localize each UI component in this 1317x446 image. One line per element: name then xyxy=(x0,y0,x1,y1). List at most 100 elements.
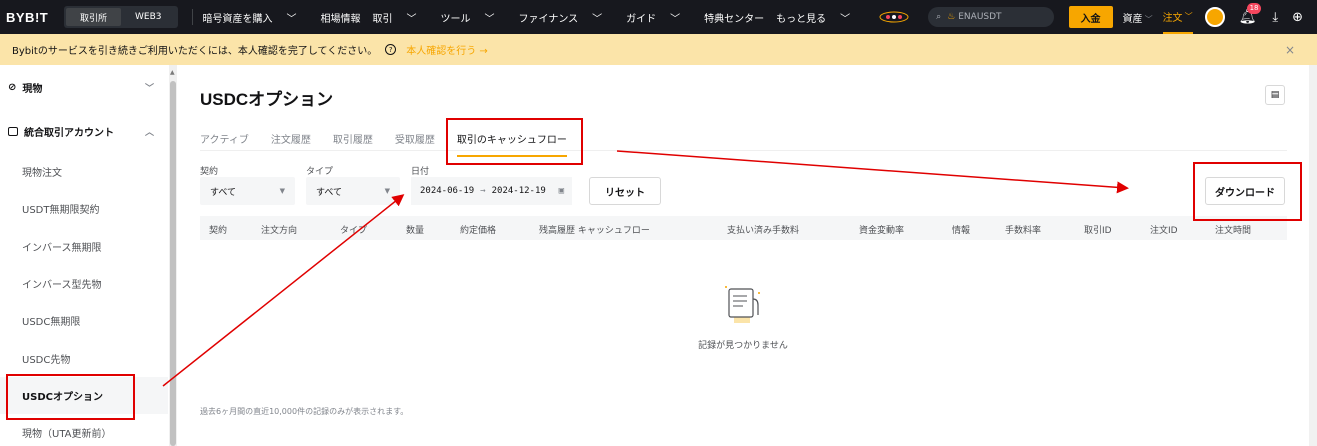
column-header: 注文時間 xyxy=(1215,226,1252,236)
help-icon[interactable]: ? xyxy=(385,44,397,55)
sidebar-item-usdc-futures[interactable]: USDC先物 xyxy=(0,339,168,376)
sidebar-item-inverse-perpetual[interactable]: インバース無期限 xyxy=(0,228,168,265)
bybit-logo[interactable]: BYB!T xyxy=(6,10,56,25)
notification-button[interactable]: 🔔︎ 18 xyxy=(1239,3,1262,25)
menu-rewards-center[interactable]: 特典センター xyxy=(704,10,764,25)
menu-label: ガイド xyxy=(626,13,657,25)
menu-label: 暗号資産を購入 xyxy=(202,13,273,25)
wallet-icon xyxy=(8,126,18,136)
date-range-picker[interactable]: 2024-06-19 → 2024-12-19 ▣ xyxy=(411,177,572,205)
sidebar-item-spot-orders[interactable]: 現物注文 xyxy=(0,153,168,190)
column-header: 手数料率 xyxy=(1005,226,1042,236)
tab-active-orders[interactable]: アクティブ xyxy=(200,131,249,151)
menu-label: ツール xyxy=(440,13,471,25)
verify-identity-link[interactable]: 本人確認を行う → xyxy=(406,42,488,57)
chevron-down-icon: ﹀ xyxy=(592,13,603,25)
tab-trade-history[interactable]: 取引履歴 xyxy=(333,131,373,151)
annotation-box-cashflow-tab xyxy=(446,118,583,165)
nav-divider xyxy=(191,9,193,25)
page-title: USDCオプション xyxy=(200,90,334,109)
column-header: 資金変動率 xyxy=(859,226,905,236)
globe-icon[interactable]: ⊕ xyxy=(1292,10,1303,25)
sidebar-item-usdc-perpetual[interactable]: USDC無期限 xyxy=(0,302,168,339)
menu-more[interactable]: もっと見る ﹀ xyxy=(776,10,862,25)
chevron-down-icon: ﹀ xyxy=(1184,11,1193,21)
sidebar-item-usdt-perpetual[interactable]: USDT無期限契約 xyxy=(0,190,168,227)
empty-records-icon xyxy=(721,283,763,327)
sidebar-item-spot[interactable]: ⊘ 現物 ﹀ xyxy=(0,65,168,109)
calendar-icon: ▣ xyxy=(558,186,564,196)
menu-tools[interactable]: ツール ﹀ xyxy=(441,10,507,25)
search-icon: ⌕ xyxy=(936,12,942,22)
contract-select[interactable]: すべて ▼ xyxy=(200,177,295,205)
contract-filter-label: 契約 xyxy=(200,167,219,177)
menu-finance[interactable]: ファイナンス ﹀ xyxy=(519,10,615,25)
sidebar-scrollbar[interactable]: ▲ xyxy=(169,65,177,446)
menu-label: 取引 xyxy=(372,13,393,25)
type-select[interactable]: すべて ▼ xyxy=(306,177,400,205)
assets-menu[interactable]: 資産 ﹀ xyxy=(1123,10,1153,25)
web3-switch[interactable]: WEB3 xyxy=(121,8,176,26)
column-header: 注文ID xyxy=(1150,226,1178,236)
chevron-up-icon: ︿ xyxy=(144,127,154,138)
column-header: 取引ID xyxy=(1084,226,1112,236)
menu-trade[interactable]: 取引 ﹀ xyxy=(373,10,429,25)
exchange-switch[interactable]: 取引所 xyxy=(66,8,122,26)
chevron-down-icon: ﹀ xyxy=(144,83,154,94)
menu-buy-crypto[interactable]: 暗号資産を購入 ﹀ xyxy=(203,10,309,25)
avatar[interactable] xyxy=(1204,7,1225,27)
column-header: 約定価格 xyxy=(460,226,497,236)
search-input[interactable]: ⌕ ♨ ENAUSDT xyxy=(928,7,1055,27)
search-placeholder: ENAUSDT xyxy=(958,12,1002,22)
column-header: 契約 xyxy=(209,226,228,236)
tab-delivery-history[interactable]: 受取履歴 xyxy=(395,131,435,151)
scrollbar-thumb[interactable] xyxy=(170,81,176,446)
chevron-down-icon: ﹀ xyxy=(1144,14,1153,24)
annotation-box-download xyxy=(1193,162,1302,221)
orders-menu[interactable]: 注文 ﹀ xyxy=(1162,0,1193,34)
column-header: 数量 xyxy=(406,226,425,236)
main-scrollbar[interactable] xyxy=(1309,65,1317,446)
document-icon[interactable]: ▤ xyxy=(1265,85,1285,105)
orders-label: 注文 xyxy=(1162,12,1183,24)
chevron-down-icon: ﹀ xyxy=(406,13,417,25)
menu-label: ファイナンス xyxy=(518,13,579,25)
table-header: 契約 注文方向 タイプ 数量 約定価格 残高履歴 キャッシュフロー 支払い済み手… xyxy=(200,216,1287,240)
sidebar-group-unified-account[interactable]: 統合取引アカウント ︿ xyxy=(0,109,168,153)
main-content: USDCオプション ▤ アクティブ 注文履歴 取引履歴 受取履歴 取引のキャッシ… xyxy=(178,65,1309,446)
link-icon: ⊘ xyxy=(8,81,17,93)
annotation-box-usdc-options xyxy=(6,374,135,420)
empty-state-text: 記録が見つかりません xyxy=(698,341,788,351)
date-range-arrow: → xyxy=(480,186,486,196)
tabs-divider xyxy=(200,150,1287,151)
column-header: 残高履歴 キャッシュフロー xyxy=(539,226,650,236)
chevron-down-icon: ﹀ xyxy=(670,13,681,25)
column-header: 注文方向 xyxy=(261,226,298,236)
notification-badge: 18 xyxy=(1246,3,1262,14)
assets-label: 資産 xyxy=(1122,13,1143,25)
scroll-up-icon[interactable]: ▲ xyxy=(170,69,175,76)
type-select-value: すべて xyxy=(316,187,343,198)
sidebar-item-inverse-futures[interactable]: インバース型先物 xyxy=(0,265,168,302)
caret-down-icon: ▼ xyxy=(384,187,390,195)
banner-message: Bybitのサービスを引き続きご利用いただくには、本人確認を完了してください。 xyxy=(12,46,378,57)
deposit-button[interactable]: 入金 xyxy=(1068,6,1113,28)
close-icon[interactable]: × xyxy=(1285,43,1295,57)
kyc-banner: Bybitのサービスを引き続きご利用いただくには、本人確認を完了してください。 … xyxy=(0,34,1317,65)
date-to: 2024-12-19 xyxy=(491,186,546,196)
exchange-web3-switch: 取引所 WEB3 xyxy=(64,6,178,28)
tab-order-history[interactable]: 注文履歴 xyxy=(271,131,311,151)
download-app-icon[interactable]: ⤓ xyxy=(1272,10,1278,25)
contract-select-value: すべて xyxy=(210,187,237,198)
main-menu: 暗号資産を購入 ﹀ 相場情報 取引 ﹀ ツール ﹀ ファイナンス ﹀ ガイド ﹀ 特典セン… xyxy=(203,9,929,25)
flame-icon: ♨ xyxy=(947,12,956,22)
nav-right-group: 入金 資産 ﹀ 注文 ﹀ 🔔︎ 18 ⤓ ⊕ xyxy=(1068,0,1317,34)
date-from: 2024-06-19 xyxy=(420,186,475,196)
reset-button[interactable]: リセット xyxy=(589,177,661,205)
chevron-down-icon: ﹀ xyxy=(840,13,851,25)
promo-banner-icon[interactable] xyxy=(874,9,914,25)
menu-guide[interactable]: ガイド ﹀ xyxy=(626,10,692,25)
menu-label: もっと見る xyxy=(776,13,827,25)
column-header: 支払い済み手数料 xyxy=(727,226,800,236)
menu-markets[interactable]: 相場情報 xyxy=(321,10,361,25)
